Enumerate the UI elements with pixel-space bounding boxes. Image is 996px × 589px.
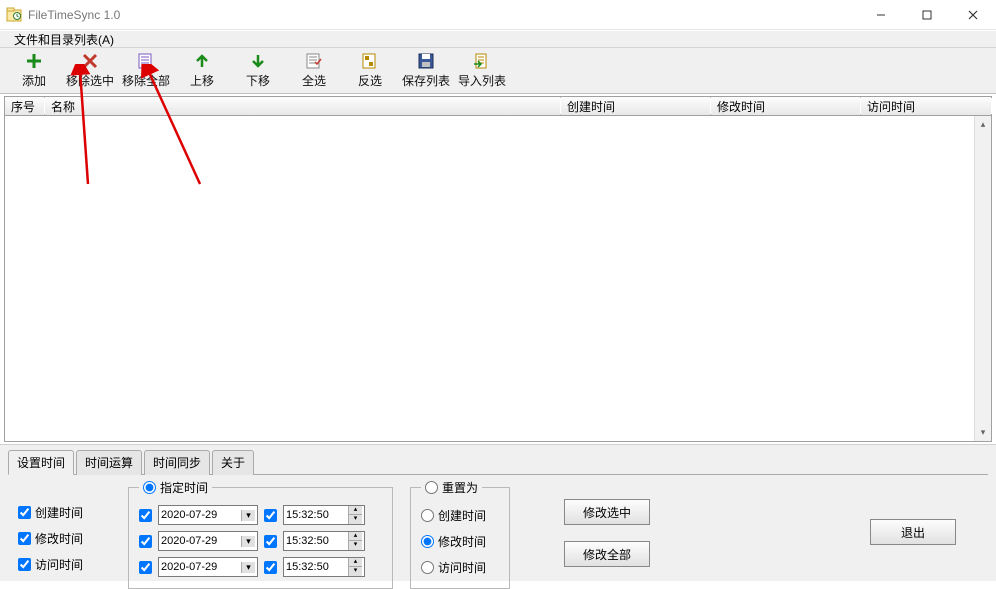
arrow-up-icon xyxy=(193,52,211,70)
modify-buttons: 修改选中 修改全部 xyxy=(564,499,650,567)
radio-reset-label: 重置为 xyxy=(442,479,478,496)
exit-wrap: 退出 xyxy=(870,519,956,545)
add-label: 添加 xyxy=(22,72,46,89)
import-icon xyxy=(473,52,491,70)
modify-selected-button[interactable]: 修改选中 xyxy=(564,499,650,525)
dropdown-icon[interactable]: ▾ xyxy=(241,536,255,547)
col-access-time[interactable]: 访问时间 xyxy=(861,97,991,115)
toolbar: 添加 移除选中 移除全部 上移 下移 全选 反选 保存列表 导入列表 xyxy=(0,48,996,94)
radio-reset-modify[interactable]: 修改时间 xyxy=(421,533,486,550)
list-icon xyxy=(137,52,155,70)
specified-time-group: 指定时间 2020-07-29▾ 15:32:50▴▾ 2020-07-29▾ … xyxy=(128,479,393,589)
check-create-time[interactable]: 创建时间 xyxy=(18,504,83,521)
plus-icon xyxy=(25,52,43,70)
tab-set-time[interactable]: 设置时间 xyxy=(8,450,74,475)
date2-field[interactable]: 2020-07-29▾ xyxy=(158,531,258,551)
check-date2[interactable] xyxy=(139,535,152,548)
tabbar: 设置时间 时间运算 时间同步 关于 xyxy=(0,445,996,474)
radio-reset-access[interactable]: 访问时间 xyxy=(421,559,486,576)
remove-selected-button[interactable]: 移除选中 xyxy=(62,50,118,89)
radio-specified-time[interactable]: 指定时间 xyxy=(143,479,208,496)
date1-field[interactable]: 2020-07-29▾ xyxy=(158,505,258,525)
radio-specified-label: 指定时间 xyxy=(160,479,208,496)
check-access-time[interactable]: 访问时间 xyxy=(18,556,83,573)
radio-reset-input[interactable] xyxy=(425,481,438,494)
app-icon xyxy=(6,7,22,23)
time2-field[interactable]: 15:32:50▴▾ xyxy=(283,531,365,551)
x-icon xyxy=(81,52,99,70)
check-time1[interactable] xyxy=(264,509,277,522)
save-list-button[interactable]: 保存列表 xyxy=(398,50,454,89)
check-modify-time[interactable]: 修改时间 xyxy=(18,530,83,547)
col-modify-time[interactable]: 修改时间 xyxy=(711,97,861,115)
radio-specified-input[interactable] xyxy=(143,481,156,494)
time1-field[interactable]: 15:32:50▴▾ xyxy=(283,505,365,525)
titlebar: FileTimeSync 1.0 xyxy=(0,0,996,30)
move-up-button[interactable]: 上移 xyxy=(174,50,230,89)
tab-about[interactable]: 关于 xyxy=(212,450,254,475)
modify-all-button[interactable]: 修改全部 xyxy=(564,541,650,567)
check-create-input[interactable] xyxy=(18,506,31,519)
check-date1[interactable] xyxy=(139,509,152,522)
table-header: 序号 名称 创建时间 修改时间 访问时间 xyxy=(4,96,992,116)
check-time3[interactable] xyxy=(264,561,277,574)
close-button[interactable] xyxy=(950,0,996,29)
invert-select-icon xyxy=(361,52,379,70)
table-body[interactable] xyxy=(4,116,992,442)
import-list-button[interactable]: 导入列表 xyxy=(454,50,510,89)
select-all-button[interactable]: 全选 xyxy=(286,50,342,89)
arrow-down-icon xyxy=(249,52,267,70)
save-list-label: 保存列表 xyxy=(402,72,450,89)
check-create-label: 创建时间 xyxy=(35,504,83,521)
spinner-icon[interactable]: ▴▾ xyxy=(348,532,362,550)
col-seq[interactable]: 序号 xyxy=(5,97,45,115)
col-create-time[interactable]: 创建时间 xyxy=(561,97,711,115)
window-title: FileTimeSync 1.0 xyxy=(28,8,858,22)
bottom-panel: 设置时间 时间运算 时间同步 关于 创建时间 修改时间 访问时间 指定时间 20… xyxy=(0,444,996,581)
time3-field[interactable]: 15:32:50▴▾ xyxy=(283,557,365,577)
check-access-input[interactable] xyxy=(18,558,31,571)
col-name[interactable]: 名称 xyxy=(45,97,561,115)
check-modify-label: 修改时间 xyxy=(35,530,83,547)
window-controls xyxy=(858,0,996,29)
vertical-scrollbar[interactable] xyxy=(974,116,991,441)
invert-select-label: 反选 xyxy=(358,72,382,89)
tab-time-calc[interactable]: 时间运算 xyxy=(76,450,142,475)
check-time2[interactable] xyxy=(264,535,277,548)
import-list-label: 导入列表 xyxy=(458,72,506,89)
remove-selected-label: 移除选中 xyxy=(66,72,114,89)
remove-all-button[interactable]: 移除全部 xyxy=(118,50,174,89)
check-date3[interactable] xyxy=(139,561,152,574)
tab-time-sync[interactable]: 时间同步 xyxy=(144,450,210,475)
move-down-button[interactable]: 下移 xyxy=(230,50,286,89)
move-down-label: 下移 xyxy=(246,72,270,89)
minimize-button[interactable] xyxy=(858,0,904,29)
check-modify-input[interactable] xyxy=(18,532,31,545)
dropdown-icon[interactable]: ▾ xyxy=(241,562,255,573)
remove-all-label: 移除全部 xyxy=(122,72,170,89)
floppy-icon xyxy=(417,52,435,70)
add-button[interactable]: 添加 xyxy=(6,50,62,89)
date3-field[interactable]: 2020-07-29▾ xyxy=(158,557,258,577)
radio-reset-to[interactable]: 重置为 xyxy=(425,479,478,496)
reset-to-group: 重置为 创建时间 修改时间 访问时间 xyxy=(410,479,510,589)
radio-reset-create[interactable]: 创建时间 xyxy=(421,507,486,524)
spinner-icon[interactable]: ▴▾ xyxy=(348,506,362,524)
check-access-label: 访问时间 xyxy=(35,556,83,573)
exit-button[interactable]: 退出 xyxy=(870,519,956,545)
spinner-icon[interactable]: ▴▾ xyxy=(348,558,362,576)
menubar: 文件和目录列表(A) xyxy=(0,30,996,48)
tab-content: 创建时间 修改时间 访问时间 指定时间 2020-07-29▾ 15:32:50… xyxy=(0,475,996,585)
menu-file-list[interactable]: 文件和目录列表(A) xyxy=(10,31,118,48)
time-checks: 创建时间 修改时间 访问时间 xyxy=(18,499,83,577)
select-all-label: 全选 xyxy=(302,72,326,89)
maximize-button[interactable] xyxy=(904,0,950,29)
dropdown-icon[interactable]: ▾ xyxy=(241,510,255,521)
move-up-label: 上移 xyxy=(190,72,214,89)
invert-select-button[interactable]: 反选 xyxy=(342,50,398,89)
select-all-icon xyxy=(305,52,323,70)
